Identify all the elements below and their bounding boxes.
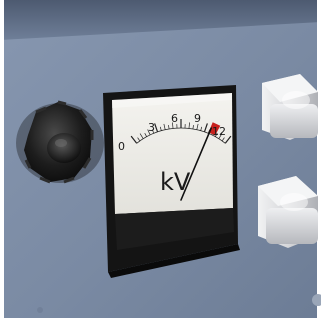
frame-left-edge	[0, 0, 4, 322]
frame-bottom-edge	[0, 318, 321, 322]
frame-right-edge	[317, 0, 321, 322]
unit-label: kV	[160, 168, 191, 196]
voltmeter: 0 3 6 9 12 kV	[103, 85, 240, 278]
scale-label-3: 3	[148, 121, 155, 134]
scale-label-9: 9	[194, 112, 201, 125]
scale-label-0: 0	[118, 140, 125, 153]
scale-label-12: 12	[212, 125, 226, 138]
terminal-top	[262, 74, 318, 140]
instrument-panel-photo: 0 3 6 9 12 kV	[0, 0, 321, 322]
photo-scene: 0 3 6 9 12 kV	[0, 0, 321, 322]
scale-label-6: 6	[171, 112, 178, 125]
